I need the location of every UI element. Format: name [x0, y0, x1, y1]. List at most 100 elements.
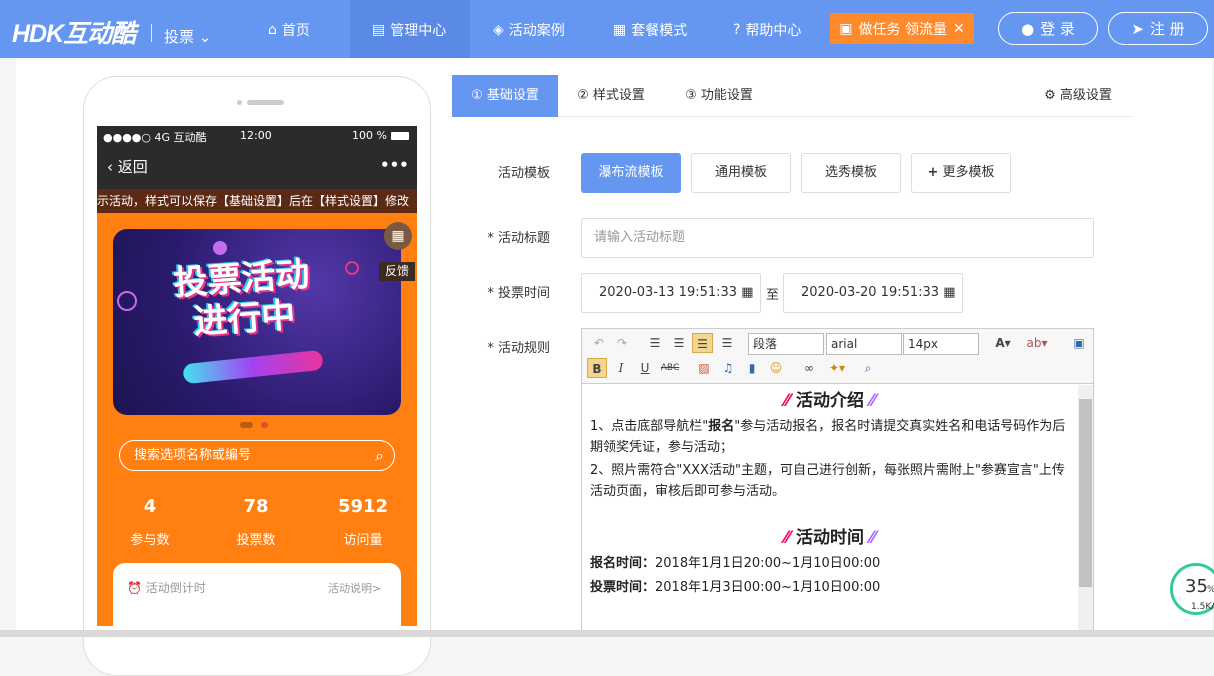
countdown-card: ⏰ 活动倒计时 活动说明>	[113, 563, 401, 626]
stat-participants: 4 参与数	[110, 496, 190, 548]
stat-label: 投票数	[236, 533, 276, 548]
align-left-icon[interactable]: ☰	[645, 333, 665, 353]
time-separator: 至	[766, 288, 780, 303]
stat-label: 参与数	[130, 533, 170, 548]
home-icon: ⌂	[268, 22, 277, 38]
plus-icon: +	[927, 165, 939, 180]
undo-icon[interactable]: ↶	[589, 333, 609, 353]
taskbar-edge	[0, 630, 1214, 637]
nav-item-packages[interactable]: ▦ 套餐模式	[613, 20, 687, 40]
send-icon: ➤	[1131, 19, 1144, 38]
align-right-icon[interactable]: ☰	[669, 333, 689, 353]
nav-item-label: 套餐模式	[631, 23, 688, 39]
manage-icon: ▤	[372, 22, 386, 38]
editor-scrollbar[interactable]	[1078, 385, 1093, 637]
vote-time-line: 投票时间：2018年1月3日00:00~1月10日00:00	[590, 577, 1070, 598]
register-button[interactable]: ➤ 注 册	[1108, 12, 1208, 45]
vote-menu-dropdown[interactable]: 投票 ⌄	[164, 26, 211, 47]
start-time-input[interactable]: 2020-03-13 19:51:33 ▦	[581, 273, 761, 313]
magic-icon[interactable]: ✦▾	[823, 358, 851, 378]
carousel-dots	[240, 422, 268, 428]
chevron-left-icon: ‹	[107, 158, 113, 176]
section-heading-time: ⁄⁄ 活动时间 ⁄⁄	[590, 528, 1070, 549]
banner-decoration	[213, 241, 227, 255]
font-select[interactable]: arial	[826, 333, 902, 355]
paragraph-select[interactable]: 段落	[748, 333, 824, 355]
italic-icon[interactable]: I	[611, 358, 631, 378]
end-time-input[interactable]: 2020-03-20 19:51:33 ▦	[783, 273, 963, 313]
network-speed-widget[interactable]: 35 % 1.5K/s	[1170, 563, 1214, 615]
nav-item-help[interactable]: ? 帮助中心	[733, 20, 801, 40]
alarm-clock-icon: ⏰	[127, 581, 142, 595]
banner-brush-stroke	[182, 349, 324, 385]
nav-item-label: 活动案例	[508, 23, 565, 39]
strikethrough-icon[interactable]: ABC	[659, 358, 681, 378]
more-icon[interactable]: •••	[380, 156, 409, 174]
template-general-button[interactable]: 通用模板	[691, 153, 791, 193]
stat-value: 78	[243, 496, 269, 517]
task-button[interactable]: ▣ 做任务 领流量 ✕	[830, 13, 974, 44]
phone-search-input[interactable]: 搜索选项名称或编号 ⌕	[119, 440, 395, 471]
tab-basic-settings[interactable]: ① 基础设置	[452, 75, 558, 117]
login-button[interactable]: ● 登 录	[998, 12, 1098, 45]
nav-item-label: 首页	[281, 23, 310, 39]
site-logo[interactable]: HDK互动酷	[12, 14, 136, 50]
template-waterfall-button[interactable]: 瀑布流模板	[581, 153, 681, 193]
redo-icon[interactable]: ↷	[612, 333, 632, 353]
stripes-icon: ⁄⁄	[784, 391, 791, 411]
banner-title: 投票活动 进行中	[172, 254, 313, 343]
banner-image[interactable]: 投票活动 进行中	[113, 229, 401, 415]
stat-value: 4	[143, 496, 157, 517]
close-icon[interactable]: ✕	[953, 21, 965, 37]
preview-icon[interactable]: ⌕	[858, 358, 878, 378]
carousel-dot[interactable]	[240, 422, 253, 428]
time-label: 报名时间：	[590, 556, 656, 571]
carousel-dot-active[interactable]	[261, 422, 268, 428]
bold-icon[interactable]: B	[587, 358, 607, 378]
phone-title-bar: ‹ 返回 •••	[97, 146, 417, 189]
scrollbar-thumb[interactable]	[1079, 399, 1092, 587]
font-color-icon[interactable]: A▾	[991, 333, 1015, 353]
qr-code-icon[interactable]: ▦	[384, 222, 412, 250]
template-talent-button[interactable]: 选秀模板	[801, 153, 901, 193]
vote-menu-label: 投票	[164, 28, 195, 46]
tab-function-settings[interactable]: ③ 功能设置	[674, 75, 764, 117]
nav-item-home[interactable]: ⌂ 首页	[268, 20, 310, 40]
search-icon[interactable]: ⌕	[375, 441, 384, 470]
back-button[interactable]: ‹ 返回	[107, 156, 148, 177]
tab-style-settings[interactable]: ② 样式设置	[566, 75, 656, 117]
calendar-icon[interactable]: ▦	[741, 285, 753, 300]
chevron-down-icon: ⌄	[198, 28, 212, 46]
calendar-icon[interactable]: ▦	[943, 285, 955, 300]
title-label: * 活动标题	[487, 231, 550, 246]
grid-icon: ▦	[613, 22, 627, 38]
link-icon[interactable]: ∞	[799, 358, 819, 378]
highlight-icon[interactable]: ab▾	[1022, 333, 1052, 353]
image-icon[interactable]: ▨	[694, 358, 714, 378]
time-value: 2018年1月1日20:00~1月10日00:00	[655, 556, 881, 571]
back-label: 返回	[117, 158, 148, 176]
align-justify-icon[interactable]: ☰	[717, 333, 737, 353]
battery-icon	[391, 132, 409, 140]
emoji-icon[interactable]: ☺	[766, 358, 786, 378]
fullscreen-icon[interactable]: ▣	[1069, 333, 1089, 353]
underline-icon[interactable]: U	[635, 358, 655, 378]
video-icon[interactable]: ▮	[742, 358, 762, 378]
font-size-select[interactable]: 14px	[903, 333, 979, 355]
title-input[interactable]: 请输入活动标题	[581, 218, 1094, 258]
music-icon[interactable]: ♫	[718, 358, 738, 378]
editor-content[interactable]: ⁄⁄ 活动介绍 ⁄⁄ 1、点击底部导航栏"报名"参与活动报名，报名时请提交真实姓…	[582, 385, 1078, 637]
countdown-title: ⏰ 活动倒计时	[127, 579, 206, 596]
align-center-icon[interactable]: ☰	[692, 333, 713, 353]
nav-item-manage[interactable]: ▤ 管理中心	[349, 20, 469, 60]
font-value: arial	[831, 337, 858, 351]
rules-link[interactable]: 活动说明>	[328, 580, 381, 596]
feedback-button[interactable]: 反馈	[379, 262, 415, 281]
status-carrier: ●●●●○ 4G 互动酷	[103, 131, 207, 144]
banner-decoration	[117, 291, 137, 311]
template-label: 活动模板	[497, 166, 550, 181]
more-templates-button[interactable]: + 更多模板	[911, 153, 1011, 193]
nav-item-cases[interactable]: ◈ 活动案例	[493, 20, 565, 40]
gear-icon: ⚙	[1044, 88, 1056, 103]
advanced-settings-button[interactable]: ⚙ 高级设置	[1038, 75, 1118, 117]
